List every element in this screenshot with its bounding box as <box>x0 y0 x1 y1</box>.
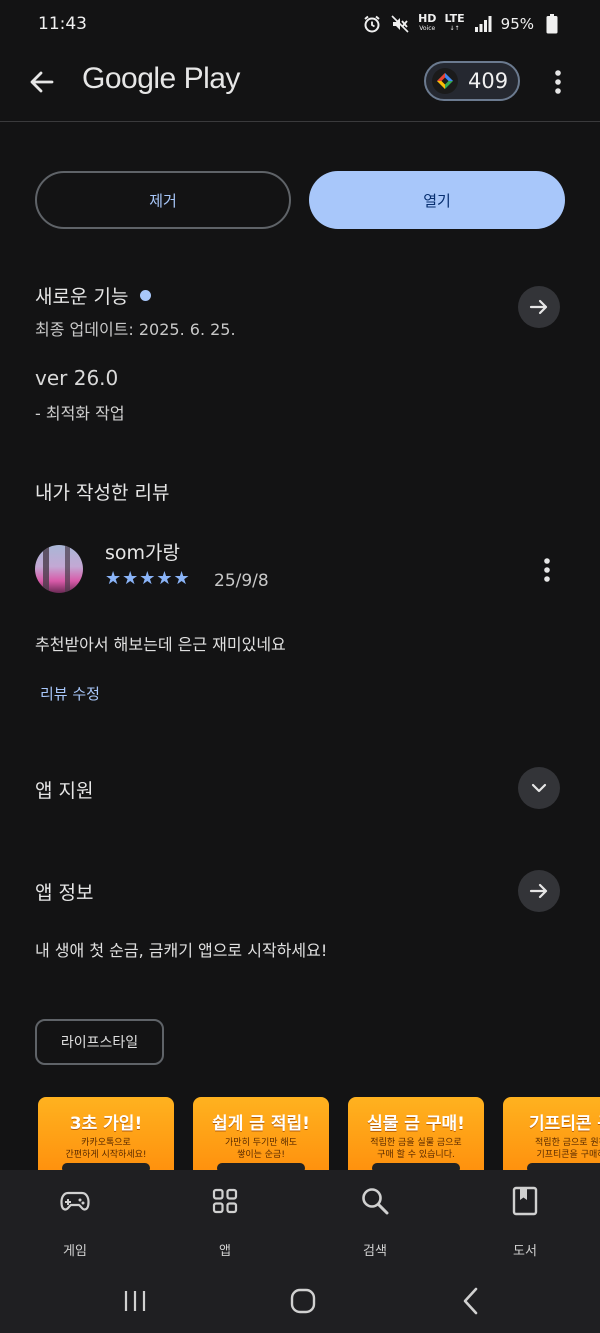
signal-icon <box>473 15 493 33</box>
book-icon <box>485 1184 565 1218</box>
alarm-icon <box>362 15 382 33</box>
my-review-heading: 내가 작성한 리뷰 <box>35 482 170 504</box>
play-points-value: 409 <box>468 69 509 93</box>
screenshot-subtext: 구매 할 수 있습니다. <box>377 1150 455 1160</box>
avatar <box>35 545 83 593</box>
page-title: Google Play <box>82 62 240 95</box>
play-points-icon <box>432 68 458 94</box>
screenshot-carousel[interactable]: 3초 가입! 카카오톡으로 간편하게 시작하세요! 쉽게 금 적립! 가만히 두… <box>38 1097 600 1170</box>
nav-item-books[interactable]: 도서 <box>485 1184 565 1259</box>
status-time: 11:43 <box>38 14 87 34</box>
gamepad-icon <box>35 1184 115 1218</box>
screenshot-headline: 기프티콘 구 <box>528 1114 600 1134</box>
back-nav-icon[interactable] <box>460 1286 482 1320</box>
screenshot-subtext: 카카오톡으로 <box>81 1138 131 1148</box>
screenshot-headline: 실물 금 구매! <box>367 1114 465 1134</box>
nav-label: 앱 <box>219 1244 231 1259</box>
status-bar: 11:43 HD Voice LTE ↓↑ 95% <box>0 0 600 48</box>
nav-item-games[interactable]: 게임 <box>35 1184 115 1259</box>
review-more-icon[interactable] <box>537 556 557 584</box>
hd-voice-indicator: HD Voice <box>418 12 437 32</box>
battery-percent: 95% <box>500 15 534 33</box>
screenshot-subtext: 적립한 금을 실물 금으로 <box>370 1138 462 1148</box>
review-date: 25/9/8 <box>214 571 269 591</box>
back-arrow-icon[interactable] <box>26 66 58 98</box>
edit-review-link[interactable]: 리뷰 수정 <box>40 683 100 704</box>
chevron-down-icon <box>531 783 547 793</box>
version-text: ver 26.0 <box>35 366 119 390</box>
nav-item-search[interactable]: 검색 <box>335 1184 415 1259</box>
nav-label: 검색 <box>363 1244 387 1259</box>
app-bar: Google Play 409 <box>0 48 600 122</box>
arrow-forward-icon <box>529 299 548 315</box>
home-icon[interactable] <box>289 1287 317 1319</box>
recent-apps-icon[interactable] <box>122 1288 148 1318</box>
open-button[interactable]: 열기 <box>309 171 565 229</box>
screenshot-subtext: 쌓이는 순금! <box>237 1150 285 1160</box>
nav-label: 게임 <box>63 1244 87 1259</box>
apps-grid-icon <box>185 1184 265 1218</box>
star-rating: ★★★★★ <box>105 568 191 589</box>
review-text: 추천받아서 해보는데 은근 재미있네요 <box>35 635 286 654</box>
nav-label: 도서 <box>513 1244 537 1259</box>
system-navigation-bar <box>0 1270 600 1333</box>
screenshot-card[interactable]: 실물 금 구매! 적립한 금을 실물 금으로 구매 할 수 있습니다. <box>348 1097 484 1170</box>
screenshot-headline: 3초 가입! <box>69 1114 143 1134</box>
screenshot-card[interactable]: 3초 가입! 카카오톡으로 간편하게 시작하세요! <box>38 1097 174 1170</box>
screenshot-subtext: 기프티콘을 구매하 <box>536 1150 600 1160</box>
screenshot-subtext: 적립한 금으로 원하 <box>535 1138 600 1148</box>
app-support-expand-button[interactable] <box>518 767 560 809</box>
category-chip[interactable]: 라이프스타일 <box>35 1019 164 1065</box>
whats-new-heading: 새로운 기능 <box>35 282 152 309</box>
search-icon <box>335 1184 415 1218</box>
screenshot-headline: 쉽게 금 적립! <box>212 1114 310 1134</box>
app-description: 내 생애 첫 순금, 금캐기 앱으로 시작하세요! <box>35 941 328 960</box>
last-updated-text: 최종 업데이트: 2025. 6. 25. <box>35 320 236 339</box>
status-icons: HD Voice LTE ↓↑ 95% <box>362 12 562 34</box>
mute-icon <box>390 15 410 33</box>
screenshot-subtext: 간편하게 시작하세요! <box>65 1150 147 1160</box>
lte-indicator: LTE ↓↑ <box>444 12 465 32</box>
app-support-heading: 앱 지원 <box>35 780 94 802</box>
whats-new-arrow-button[interactable] <box>518 286 560 328</box>
remove-button[interactable]: 제거 <box>35 171 291 229</box>
nav-item-apps[interactable]: 앱 <box>185 1184 265 1259</box>
play-points-button[interactable]: 409 <box>424 61 520 101</box>
screenshot-subtext: 가만히 두기만 해도 <box>225 1138 297 1148</box>
app-info-heading: 앱 정보 <box>35 882 94 904</box>
more-vert-icon[interactable] <box>548 68 568 96</box>
screenshot-card[interactable]: 기프티콘 구 적립한 금으로 원하 기프티콘을 구매하 <box>503 1097 600 1170</box>
release-note: - 최적화 작업 <box>35 404 125 423</box>
bottom-navigation: 게임 앱 검색 도서 <box>0 1170 600 1270</box>
app-info-arrow-button[interactable] <box>518 870 560 912</box>
screenshot-card[interactable]: 쉽게 금 적립! 가만히 두기만 해도 쌓이는 순금! <box>193 1097 329 1170</box>
arrow-forward-icon <box>529 883 548 899</box>
new-indicator-dot <box>140 290 152 301</box>
battery-icon <box>542 14 562 34</box>
reviewer-name: som가랑 <box>105 542 180 564</box>
